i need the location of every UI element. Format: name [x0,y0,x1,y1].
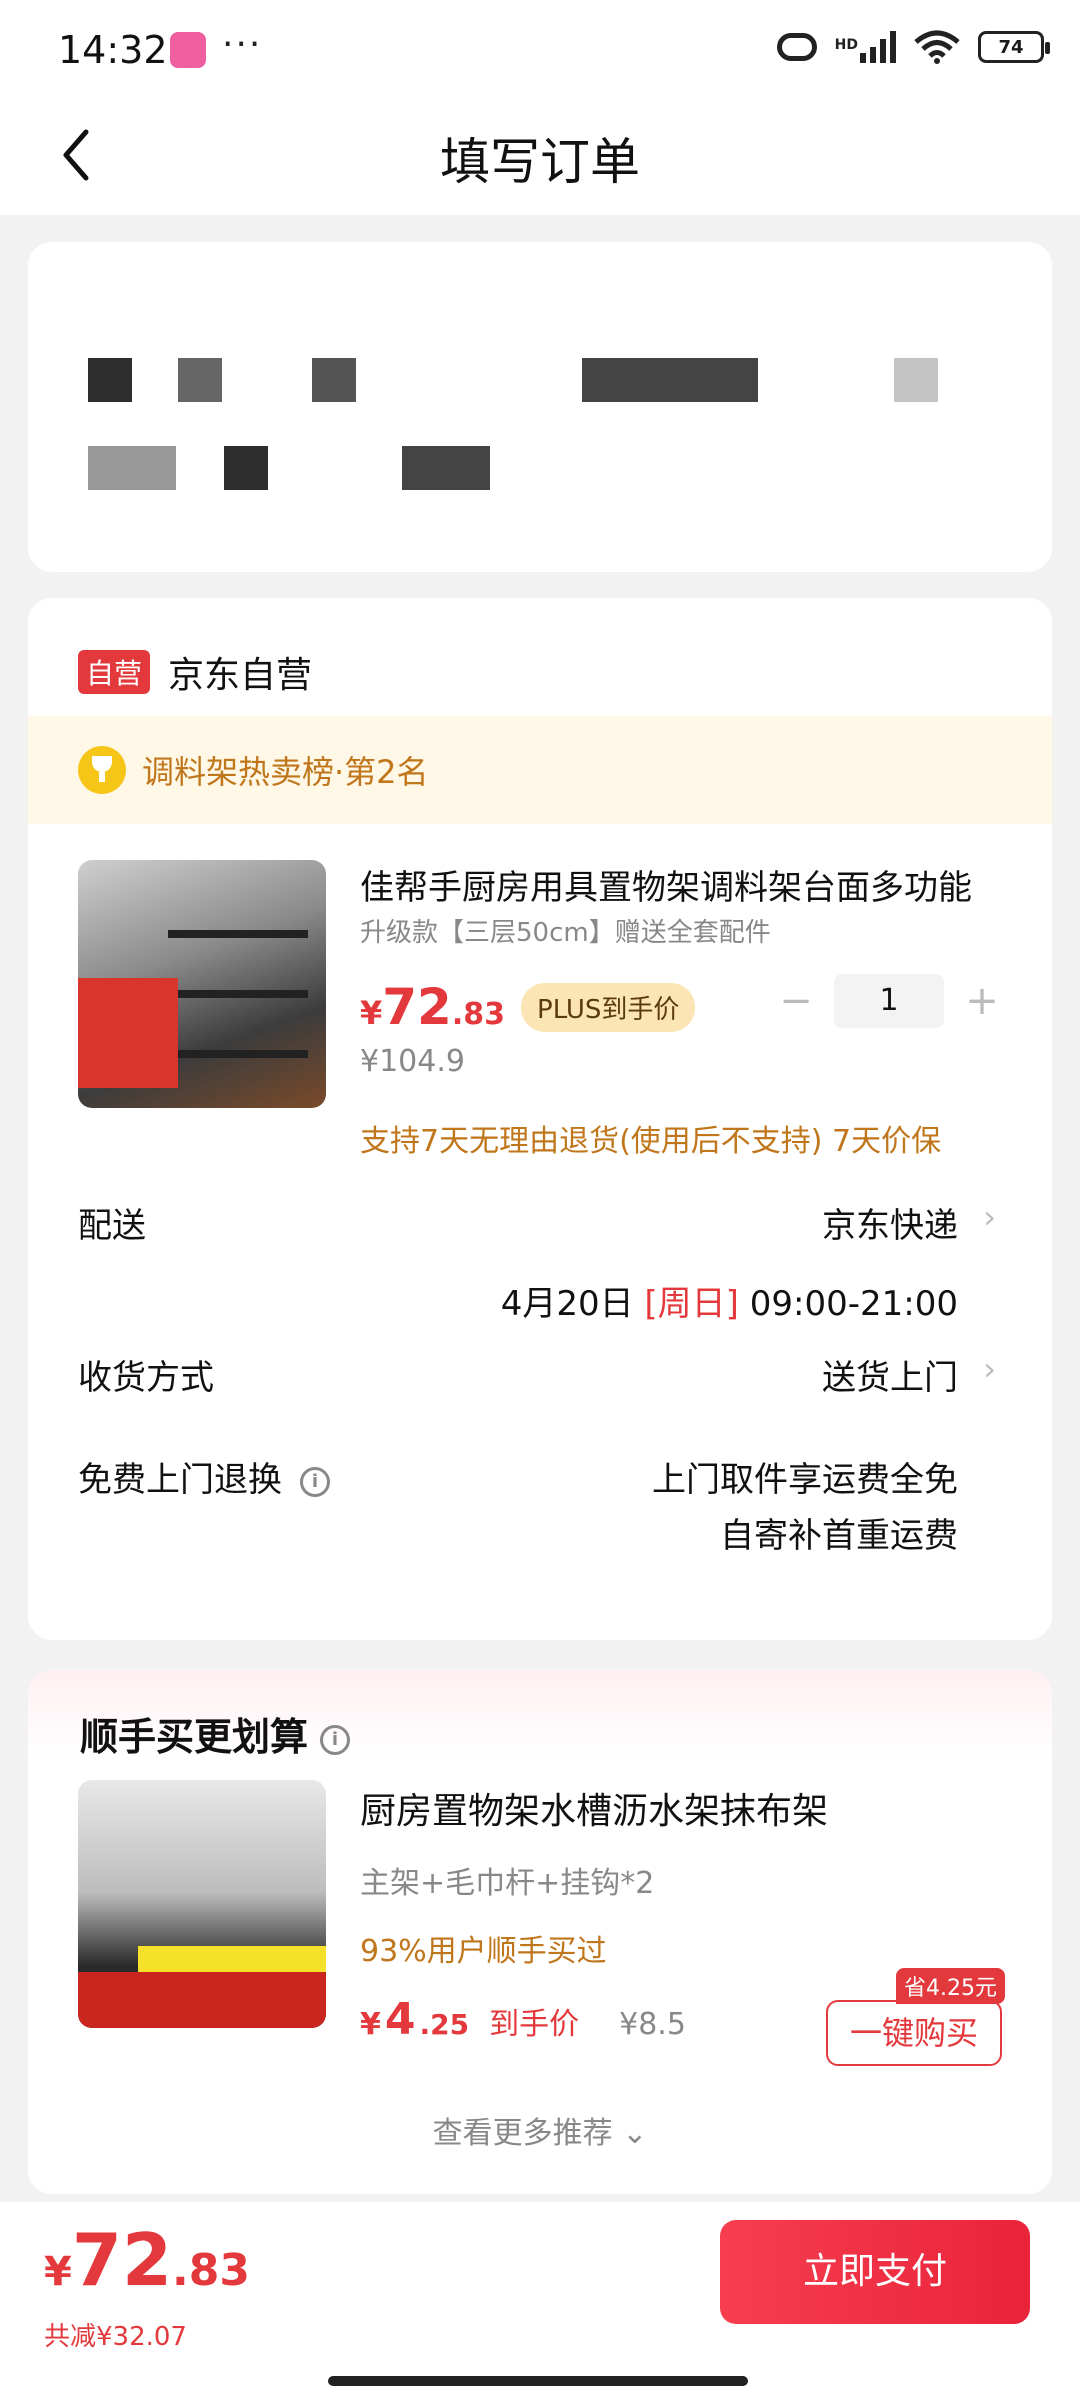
more-recommendations-link[interactable]: 查看更多推荐 ⌄ [28,2108,1052,2152]
original-price: ¥104.9 [360,1044,465,1079]
total-integer: 72 [71,2218,173,2302]
increase-quantity-button[interactable]: + [962,978,1002,1024]
price-symbol: ¥ [360,994,383,1032]
recommend-title: 顺手买更划算 i [80,1706,351,1761]
checkout-bar: ¥ 72 .83 共减¥32.07 立即支付 [0,2202,1080,2400]
status-icons: HD 74 [776,30,1050,64]
one-click-buy-button[interactable]: 一键购买 [826,2000,1002,2066]
product-title[interactable]: 佳帮手厨房用具置物架调料架台面多功能 [360,860,1010,909]
total-discount[interactable]: 共减¥32.07 [44,2316,187,2353]
rank-text: 调料架热卖榜·第2名 [142,753,429,791]
redacted-block [224,446,268,490]
price-decimal: .25 [419,2008,470,2041]
recommend-purchase-rate: 93%用户顺手买过 [360,1934,607,1969]
delivery-window: 09:00-21:00 [749,1284,958,1324]
link-icon [776,33,817,61]
recommend-price: ¥ 4 .25 到手价 ¥8.5 [360,1994,686,2045]
product-price: ¥ 72 .83 PLUS到手价 [360,978,696,1038]
recommend-product-spec: 主架+毛巾杆+挂钩*2 [360,1866,655,1901]
decrease-quantity-button[interactable]: − [776,978,816,1024]
chevron-right-icon[interactable]: › [983,1350,996,1388]
home-indicator[interactable] [328,2376,748,2386]
trophy-icon [78,746,126,794]
total-decimal: .83 [172,2245,250,2296]
status-time: 14:32 [58,28,168,72]
wifi-icon [914,30,960,64]
receive-method-value[interactable]: 送货上门 [822,1350,958,1399]
header: 填写订单 [0,100,1080,215]
savings-badge: 省4.25元 [896,1968,1005,2004]
redacted-block [88,446,176,490]
info-icon[interactable]: i [320,1724,351,1755]
recommend-product-image[interactable] [78,1780,326,2028]
recommend-card: 顺手买更划算 i 厨房置物架水槽沥水架抹布架 主架+毛巾杆+挂钩*2 93%用户顺… [28,1670,1052,2194]
delivery-label: 配送 [78,1206,146,1246]
redacted-block [312,358,356,402]
free-return-line1: 上门取件享运费全免 [652,1460,958,1500]
redacted-block [894,358,938,402]
chevron-right-icon[interactable]: › [983,1198,996,1236]
delivery-day: [周日] [644,1284,739,1324]
total-price: ¥ 72 .83 [44,2218,250,2302]
free-return-text: 免费上门退换 [78,1460,282,1500]
hd-label: HD [834,37,858,53]
order-card: 自营 京东自营 调料架热卖榜·第2名 佳帮手厨房用具置物架调料架台面多功能 升级… [28,598,1052,1640]
signal-icon [860,31,896,63]
price-decimal: .83 [451,997,506,1032]
delivery-carrier[interactable]: 京东快递 [822,1198,958,1247]
pay-now-button[interactable]: 立即支付 [720,2220,1030,2324]
quantity-value[interactable]: 1 [834,974,944,1028]
address-card[interactable] [28,242,1052,572]
store-row: 自营 京东自营 [78,646,312,698]
self-operated-badge: 自营 [78,650,151,694]
free-return-line2: 自寄补首重运费 [720,1516,958,1556]
quantity-stepper: − 1 + [776,974,1002,1028]
recommend-product-name[interactable]: 厨房置物架水槽沥水架抹布架 [360,1782,828,1834]
battery-icon: 74 [978,31,1050,63]
price-integer: 4 [384,1994,416,2045]
redacted-block [402,446,490,490]
redacted-block [178,358,222,402]
store-name: 京东自营 [168,655,313,696]
receive-method-label: 收货方式 [78,1358,214,1398]
free-return-value: 上门取件享运费全免 自寄补首重运费 [652,1452,958,1564]
status-bar: 14:32 ··· HD 74 [0,0,1080,100]
free-return-label: 免费上门退换 i [78,1452,330,1501]
original-price: ¥8.5 [619,2007,686,2042]
product-spec[interactable]: 升级款【三层50cm】赠送全套配件 [360,912,771,949]
redacted-block [582,358,758,402]
recommend-title-text: 顺手买更划算 [80,1715,309,1759]
price-label: 到手价 [489,2007,580,2042]
delivery-date: 4月20日 [500,1284,634,1324]
redacted-block [88,358,132,402]
price-integer: 72 [382,978,452,1036]
app-notification-icon [170,32,206,68]
page-title: 填写订单 [440,133,640,191]
delivery-time[interactable]: 4月20日 [周日] 09:00-21:00 [501,1276,958,1325]
total-symbol: ¥ [44,2249,72,2295]
price-symbol: ¥ [360,2007,381,2042]
product-image[interactable] [78,860,326,1108]
service-guarantee: 支持7天无理由退货(使用后不支持) 7天价保 [360,1124,942,1159]
info-icon[interactable]: i [300,1466,330,1497]
rank-banner[interactable]: 调料架热卖榜·第2名 [28,716,1052,824]
plus-price-badge: PLUS到手价 [521,983,696,1032]
more-notifications-icon: ··· [222,24,263,65]
